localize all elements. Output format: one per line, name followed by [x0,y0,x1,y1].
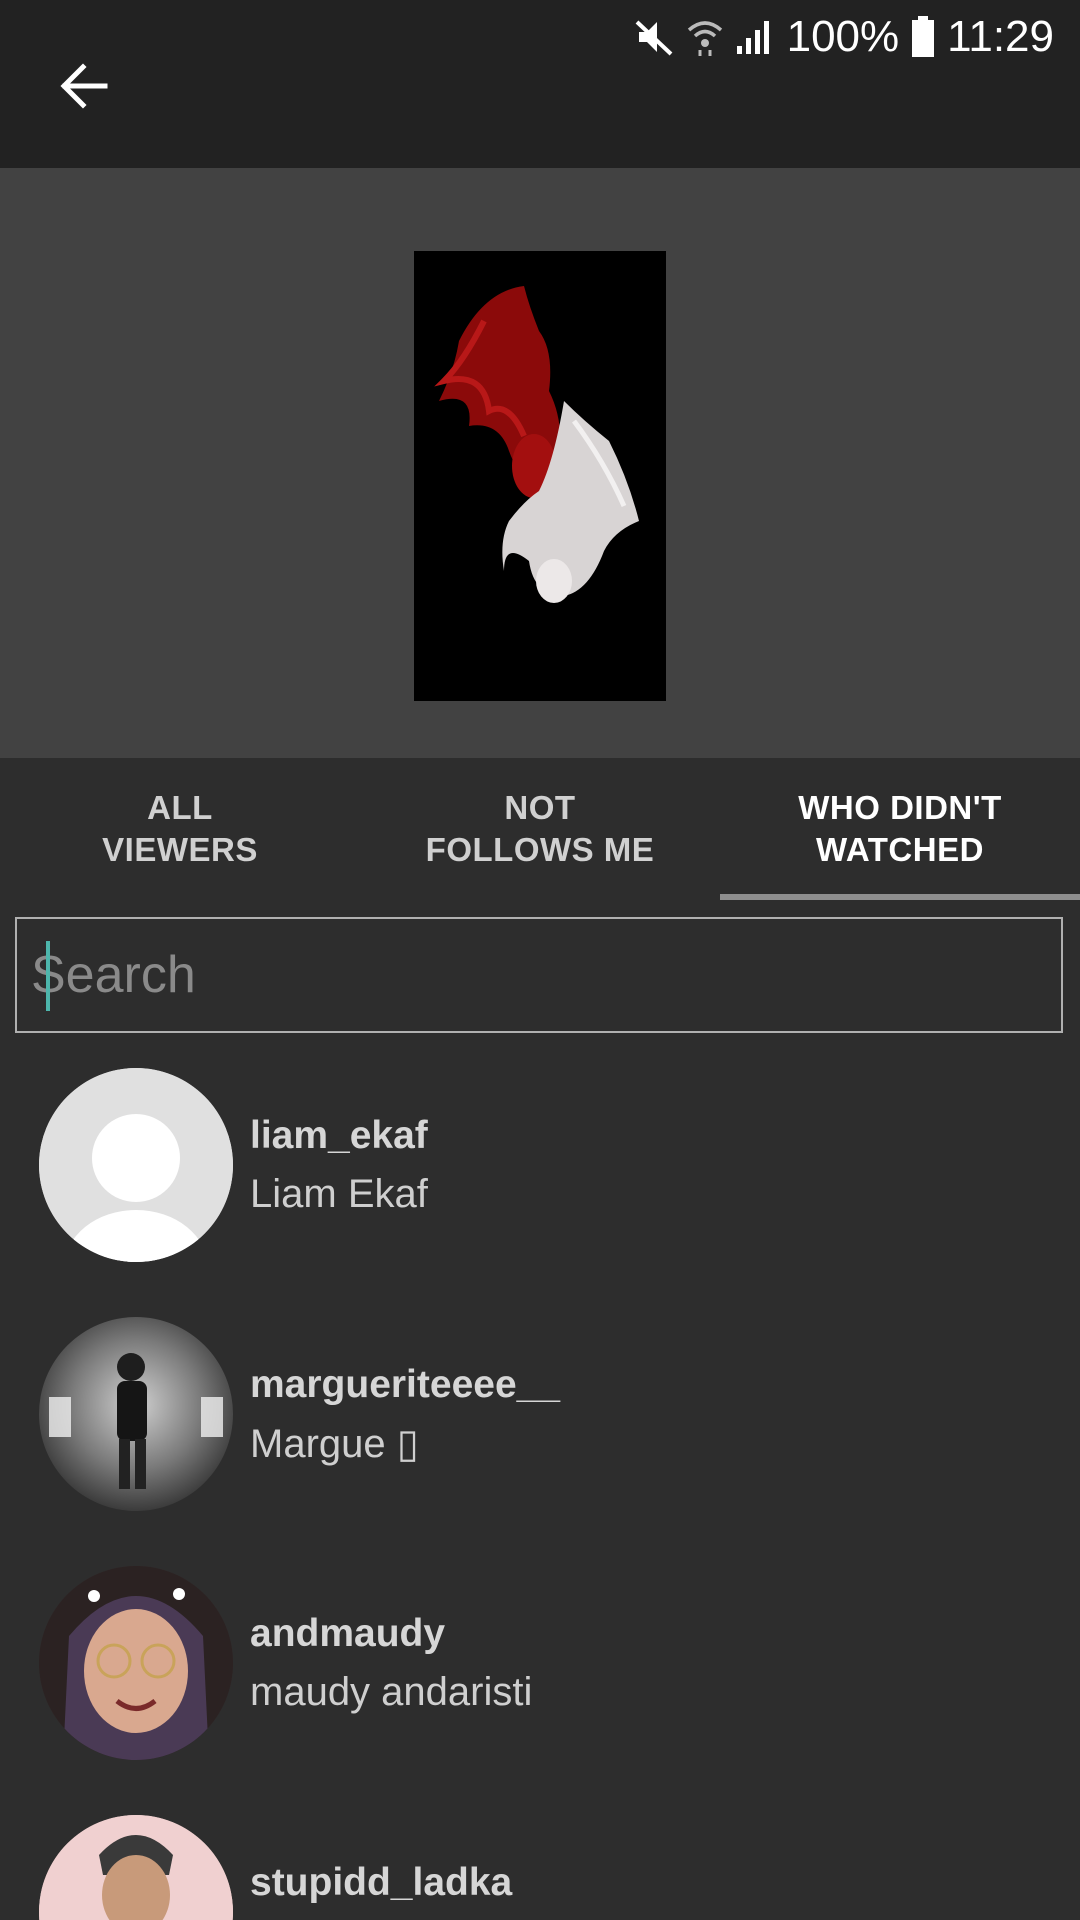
full-name: Margue ▯ [250,1422,419,1466]
story-thumbnail[interactable] [414,251,666,701]
viewer-tabs: ALL VIEWERS NOT FOLLOWS ME WHO DIDN'T WA… [0,758,1080,900]
username: margueriteeee__ [250,1363,561,1406]
full-name: maudy andaristi [250,1670,533,1714]
mute-icon [635,20,672,56]
list-item[interactable]: andmaudy maudy andaristi [0,1546,1080,1795]
tab-who-didnt-watched[interactable]: WHO DIDN'T WATCHED [720,758,1080,900]
user-photo [39,1566,233,1760]
tab-all-viewers[interactable]: ALL VIEWERS [0,758,360,900]
battery-icon [912,16,935,57]
story-preview [0,168,1080,758]
avatar [39,1068,233,1262]
user-photo [39,1815,233,1920]
search-field[interactable] [15,917,1063,1033]
tab-not-follows-me[interactable]: NOT FOLLOWS ME [360,758,720,900]
status-icons: 100% 11:29 [633,12,1054,62]
back-button[interactable] [48,50,120,122]
avatar [39,1566,233,1760]
arrow-left-icon [60,63,108,109]
battery-percent: 100% [786,12,900,61]
signal-icon [736,21,769,54]
username: andmaudy [250,1612,446,1655]
betta-fish-image [414,251,666,701]
list-item[interactable]: margueriteeee__ Margue ▯ [0,1297,1080,1546]
top-bar: 100% 11:29 [0,0,1080,168]
default-avatar-icon [39,1068,233,1262]
text-cursor [46,941,50,1011]
clock: 11:29 [947,12,1054,61]
wifi-icon [687,21,722,56]
search-input[interactable] [17,919,1061,1031]
username: liam_ekaf [250,1114,428,1157]
list-item[interactable]: liam_ekaf Liam Ekaf [0,1048,1080,1297]
username: stupidd_ladka [250,1861,513,1904]
avatar [39,1815,233,1920]
full-name: Liam Ekaf [250,1172,428,1216]
user-photo [49,1353,223,1489]
avatar [39,1317,233,1511]
list-item[interactable]: stupidd_ladka [0,1795,1080,1920]
